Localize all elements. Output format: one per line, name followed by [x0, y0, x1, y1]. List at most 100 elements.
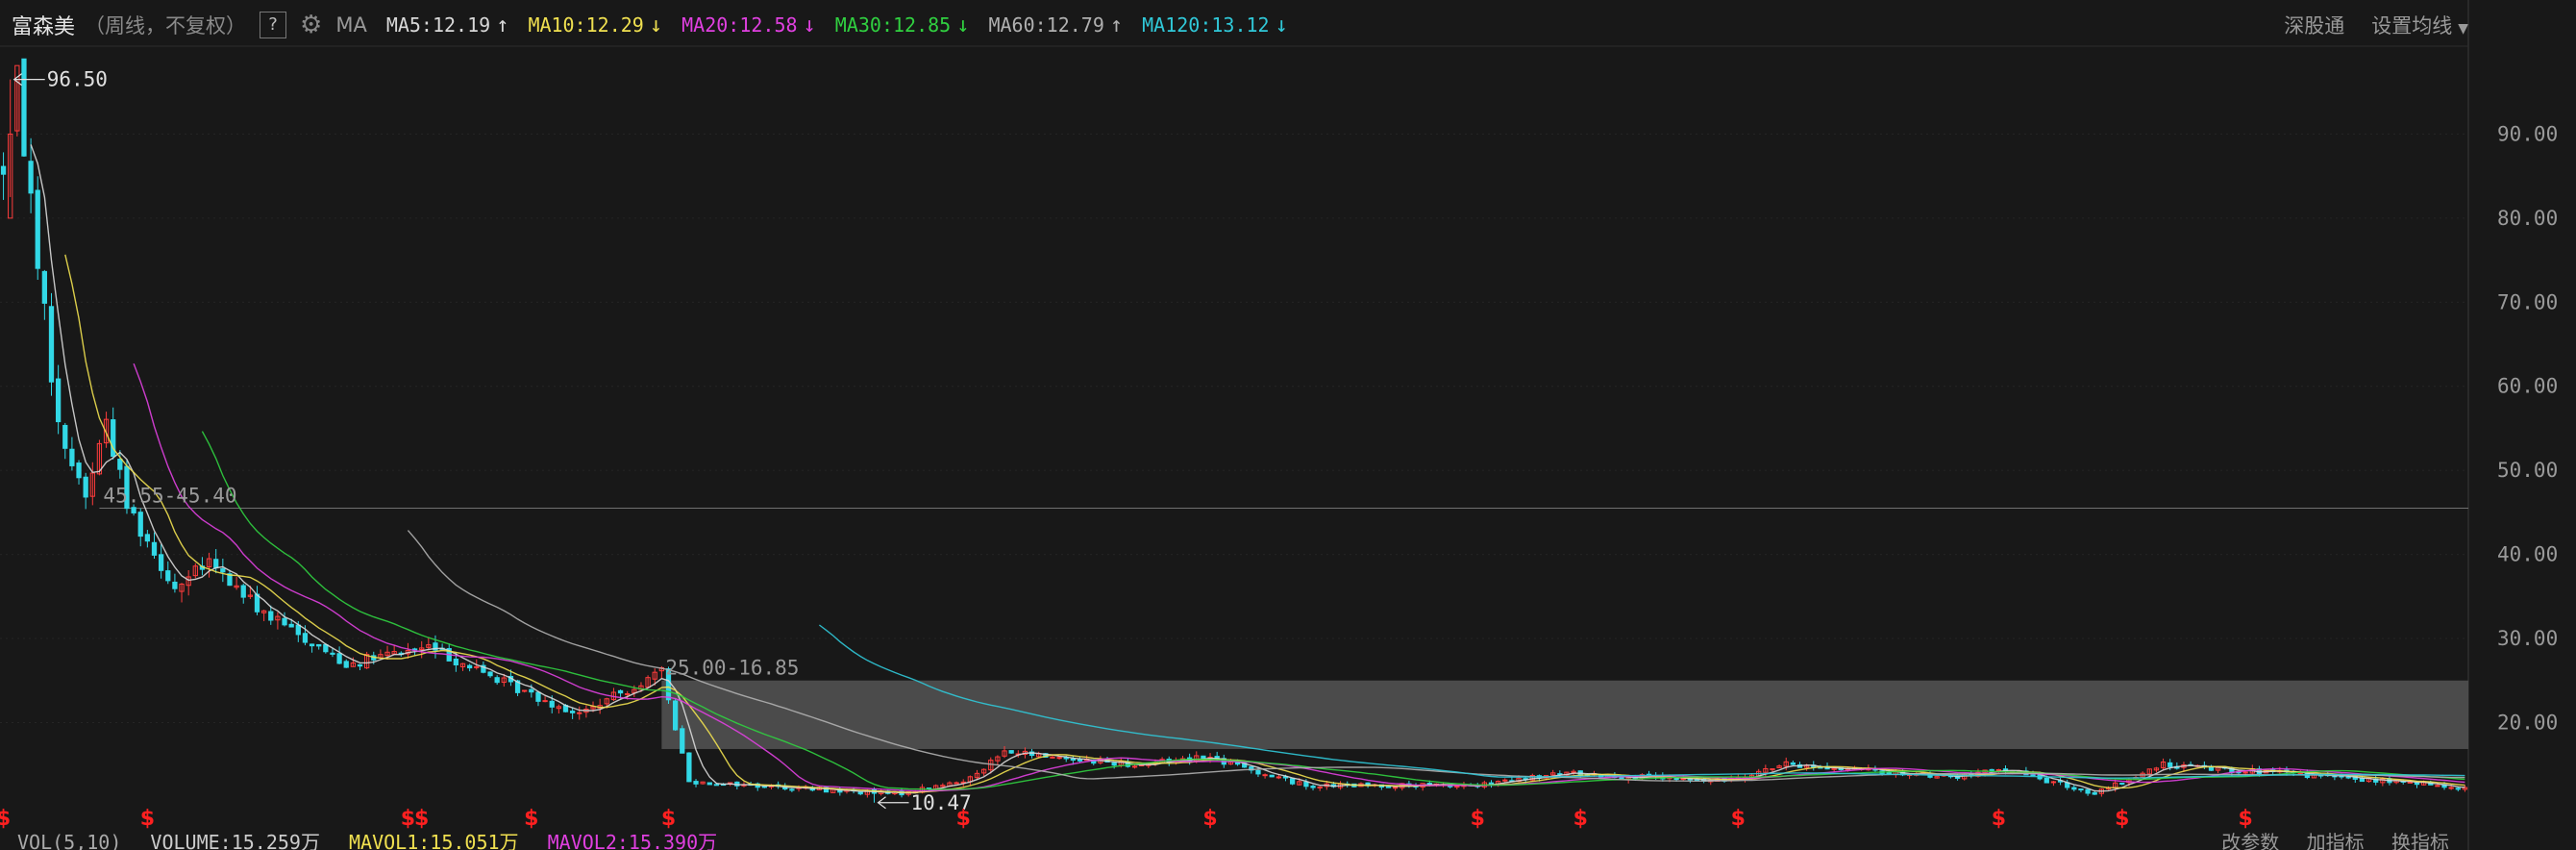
switch-indicator-button[interactable]: 换指标: [2391, 827, 2449, 850]
candle-body: [1269, 774, 1275, 778]
band-label: 25.00-16.85: [665, 657, 799, 680]
candle: [83, 472, 88, 510]
candle-body: [1310, 786, 1316, 788]
candle: [41, 269, 48, 320]
candle: [1392, 787, 1399, 791]
candle: [1790, 760, 1796, 765]
candle-body: [1008, 750, 1014, 754]
candle-body: [474, 665, 480, 668]
candle: [282, 612, 287, 627]
candle: [2071, 785, 2077, 792]
y-tick-label: 90.00: [2497, 122, 2558, 145]
candle-body: [672, 700, 679, 731]
candle: [1056, 757, 1062, 760]
candle: [2050, 781, 2057, 787]
candle: [1289, 778, 1296, 786]
candle-body: [686, 752, 692, 783]
candle: [1310, 784, 1316, 791]
candle: [1262, 773, 1268, 779]
candle-body: [2043, 777, 2049, 784]
candle-body: [2345, 776, 2351, 779]
candle-body: [487, 671, 493, 677]
candle-body: [1289, 778, 1296, 785]
candle-body: [144, 534, 151, 542]
candle-body: [549, 700, 555, 708]
candle-body: [158, 554, 164, 571]
candle-body: [55, 378, 62, 423]
candle-body: [220, 568, 226, 573]
candle: [227, 569, 233, 587]
kline-chart[interactable]: 45.55-45.4025.00-16.8596.5010.47 $ $ $$ $ $ $…: [0, 0, 2576, 850]
candle-body: [309, 643, 315, 647]
candle: [69, 437, 75, 471]
candle-body: [21, 58, 27, 157]
change-params-button[interactable]: 改参数: [2221, 827, 2279, 850]
candle: [158, 544, 164, 579]
candle-body: [1111, 762, 1117, 766]
candle-body: [625, 693, 631, 696]
candle: [137, 508, 143, 547]
candle: [55, 364, 62, 435]
candle-body: [1070, 758, 1077, 762]
candle: [857, 790, 863, 796]
candle-body: [466, 664, 473, 669]
candle: [2153, 766, 2160, 773]
candle-body: [316, 643, 322, 647]
candle: [357, 663, 363, 670]
candle: [76, 460, 82, 485]
candle: [1571, 769, 1576, 776]
candle: [706, 782, 712, 786]
candle-body: [954, 782, 959, 785]
candle: [2085, 788, 2091, 796]
candle-body: [1077, 759, 1083, 762]
candle-body: [761, 786, 768, 788]
candle: [2160, 758, 2167, 770]
add-indicator-button[interactable]: 加指标: [2307, 827, 2365, 850]
indicator-actions: 改参数 加指标 换指标: [2200, 827, 2449, 850]
candle-body: [35, 189, 40, 269]
candle-body: [2167, 762, 2173, 767]
mavol1-value: MAVOL1:15.051万: [349, 831, 519, 850]
candle-body: [151, 541, 158, 556]
candle-body: [522, 689, 528, 692]
candle-body: [2078, 788, 2084, 791]
candle: [316, 643, 322, 650]
candle: [35, 176, 40, 280]
candle-body: [131, 507, 136, 513]
candle: [577, 706, 582, 720]
candle-body: [69, 448, 75, 466]
candle: [1420, 783, 1425, 791]
candle: [556, 704, 562, 714]
candle-body: [357, 663, 363, 667]
candle-body: [1454, 786, 1460, 788]
y-tick-label: 70.00: [2497, 290, 2558, 313]
candle: [1317, 786, 1323, 791]
candle: [2057, 777, 2064, 786]
candle-body: [1488, 782, 1495, 785]
candle-body: [2092, 791, 2097, 795]
candle: [62, 422, 68, 460]
vol-label[interactable]: VOL(5,10): [17, 831, 121, 850]
candle: [755, 782, 760, 791]
y-tick-label: 60.00: [2497, 375, 2558, 398]
candle-body: [76, 462, 82, 479]
candle: [686, 752, 692, 783]
candle: [260, 610, 267, 622]
candle-body: [577, 712, 582, 714]
candle-body: [1234, 762, 1241, 765]
candle: [487, 671, 493, 678]
candle: [734, 781, 740, 789]
level-label: 45.55-45.40: [103, 485, 236, 508]
candle-body: [240, 585, 246, 598]
candle: [192, 562, 198, 579]
candle-body: [494, 677, 500, 684]
candle: [309, 643, 315, 653]
candle: [405, 642, 411, 659]
candle: [522, 689, 528, 693]
candle-body: [453, 658, 459, 665]
candle-body: [1050, 756, 1055, 759]
candle-body: [2071, 787, 2077, 790]
candle: [89, 462, 95, 506]
candle-body: [713, 784, 720, 787]
candle: [391, 644, 397, 655]
